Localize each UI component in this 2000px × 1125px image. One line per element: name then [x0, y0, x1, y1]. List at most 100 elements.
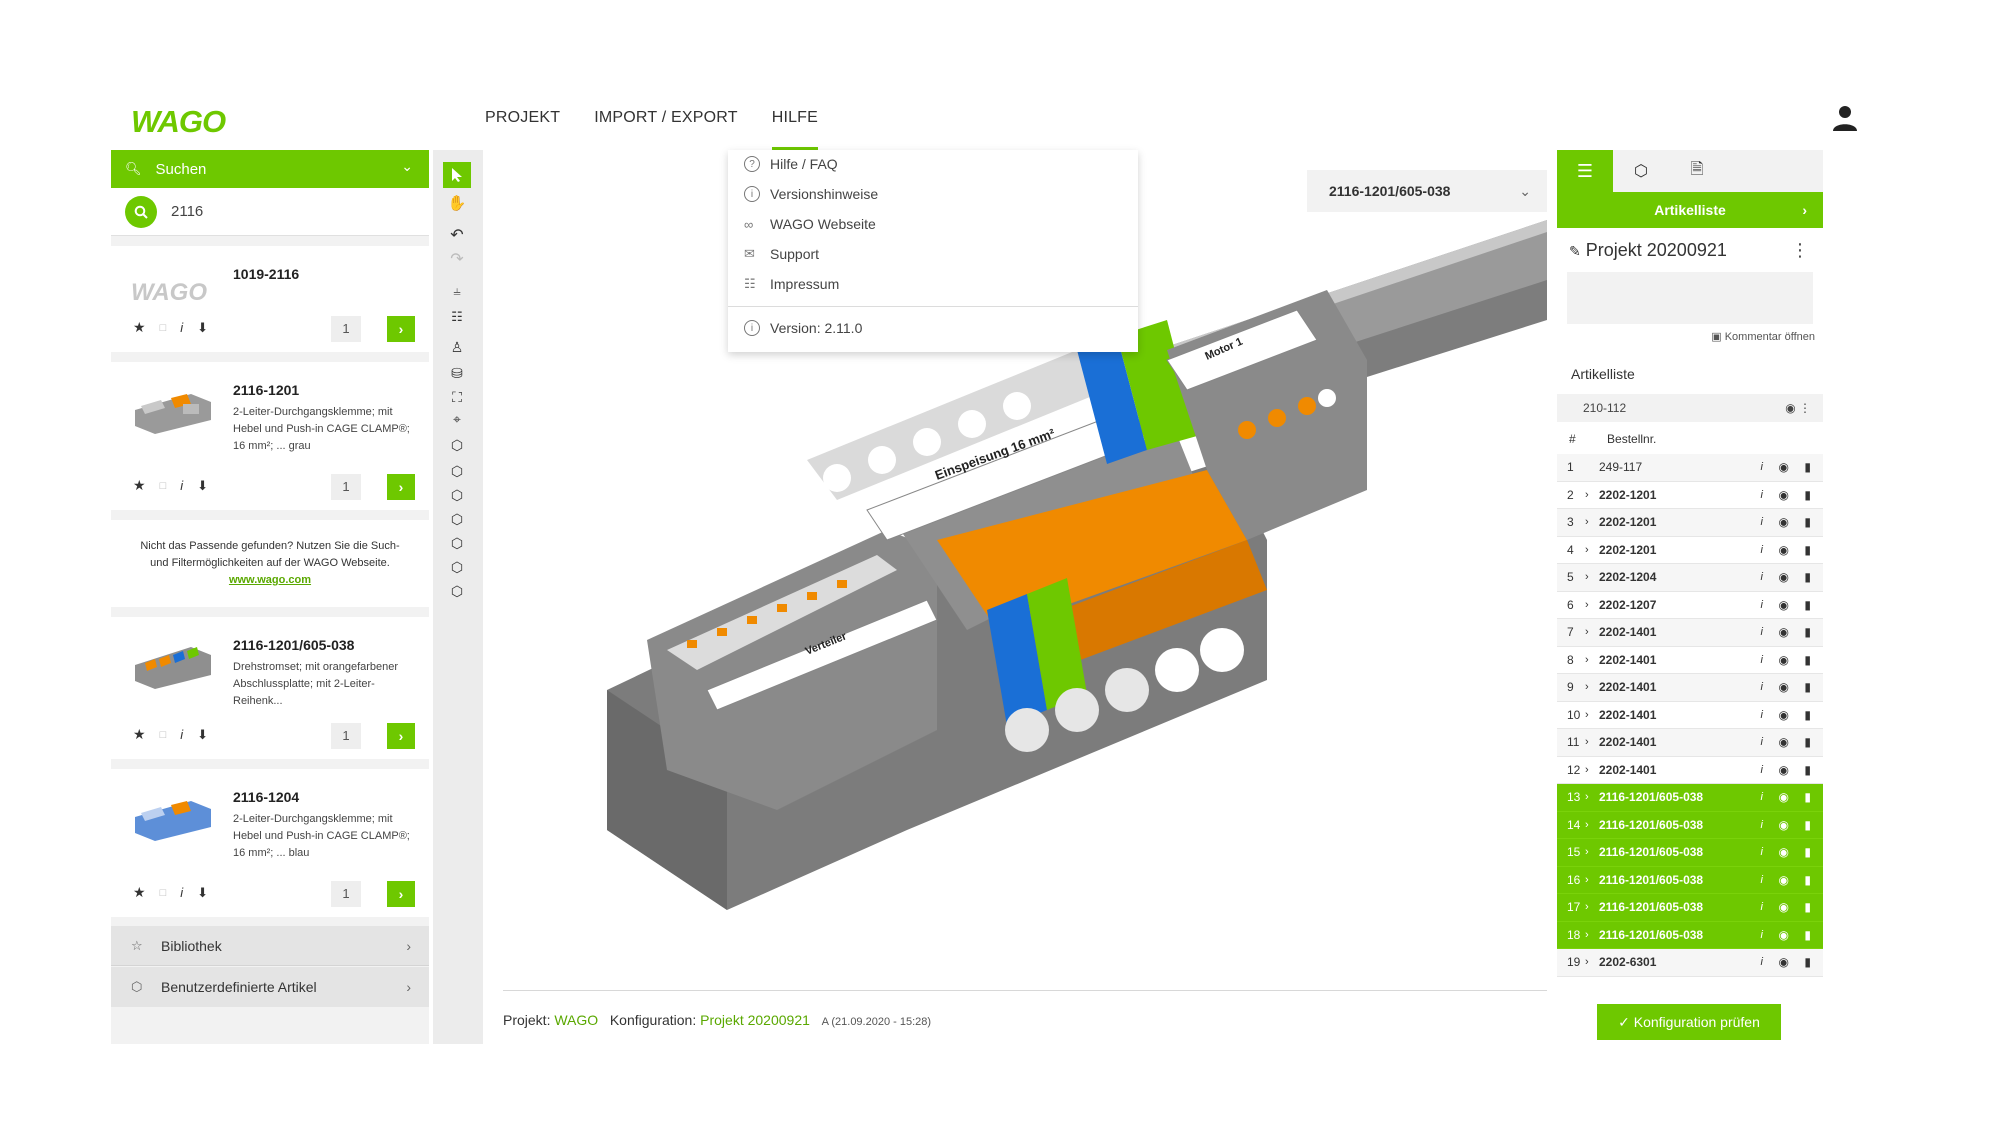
tab-documents[interactable]: 🗎︎	[1669, 150, 1725, 192]
zoom-fit-tool[interactable]: ⌖	[443, 406, 471, 432]
download-icon[interactable]: ⬇	[197, 478, 208, 494]
nav-import-export[interactable]: IMPORT / EXPORT	[577, 86, 754, 150]
view-front[interactable]: ⬡	[443, 506, 471, 532]
wago-logo[interactable]: WAGO	[131, 104, 243, 138]
add-button[interactable]: ›	[387, 881, 415, 907]
trash-icon[interactable]: ▮	[1804, 900, 1811, 914]
eye-icon[interactable]: ◉	[1779, 900, 1789, 914]
info-icon[interactable]: i	[1761, 654, 1763, 666]
comment-open-link[interactable]: ▣ Kommentar öffnen	[1711, 330, 1815, 343]
trash-icon[interactable]: ▮	[1804, 460, 1811, 474]
eye-icon[interactable]: ◉	[1779, 790, 1789, 804]
eye-icon[interactable]: ◉	[1779, 543, 1789, 557]
expand-caret-icon[interactable]: ›	[1585, 736, 1599, 748]
view-iso-3[interactable]: ⬡	[443, 482, 471, 508]
trash-icon[interactable]: ▮	[1804, 570, 1811, 584]
menu-item-faq[interactable]: ? Hilfe / FAQ	[744, 156, 838, 172]
expand-caret-icon[interactable]: ›	[1585, 929, 1599, 941]
download-icon[interactable]: ⬇	[197, 320, 208, 336]
info-icon[interactable]: i	[1761, 736, 1763, 748]
wago-website-link[interactable]: www.wago.com	[229, 574, 311, 586]
article-selection[interactable]: 210-112 ◉ ⋮	[1557, 394, 1823, 422]
info-icon[interactable]: i	[180, 885, 183, 900]
select-tool[interactable]	[443, 162, 471, 188]
view-top[interactable]: ⬡	[443, 554, 471, 580]
check-configuration-button[interactable]: ✓ Konfiguration prüfen	[1597, 1004, 1781, 1040]
expand-caret-icon[interactable]: ›	[1585, 846, 1599, 858]
trash-icon[interactable]: ▮	[1804, 790, 1811, 804]
table-row[interactable]: 2 › 2202-1201 i ◉ ▮	[1557, 481, 1823, 509]
table-row[interactable]: 10 › 2202-1401 i ◉ ▮	[1557, 701, 1823, 729]
eye-icon[interactable]: ◉	[1779, 873, 1789, 887]
pan-tool[interactable]: ✋	[443, 190, 471, 216]
tab-list[interactable]: ☰	[1557, 150, 1613, 192]
info-icon[interactable]: i	[1761, 571, 1763, 583]
eye-icon[interactable]: ◉	[1779, 653, 1789, 667]
result-card[interactable]: WAGO 1019-2116 ★ □ i ⬇ 1 ›	[111, 246, 429, 352]
eye-icon[interactable]: ◉	[1779, 488, 1789, 502]
trash-icon[interactable]: ▮	[1804, 763, 1811, 777]
search-field[interactable]: 2116	[111, 188, 429, 236]
info-icon[interactable]: i	[1761, 516, 1763, 528]
accordion-custom-articles[interactable]: ⬡ Benutzerdefinierte Artikel ›	[111, 967, 429, 1007]
configuration-value[interactable]: Projekt 20200921	[700, 1012, 810, 1028]
info-icon[interactable]: i	[1761, 956, 1763, 968]
eye-icon[interactable]: ◉	[1779, 845, 1789, 859]
expand-caret-icon[interactable]: ›	[1585, 516, 1599, 528]
project-title[interactable]: ✎ Projekt 20200921	[1569, 240, 1727, 261]
eye-icon[interactable]: ◉	[1779, 680, 1789, 694]
trash-icon[interactable]: ▮	[1804, 515, 1811, 529]
expand-caret-icon[interactable]: ›	[1585, 709, 1599, 721]
info-icon[interactable]: i	[1761, 599, 1763, 611]
eye-icon[interactable]: ◉	[1779, 763, 1789, 777]
add-button[interactable]: ›	[387, 474, 415, 500]
info-icon[interactable]: i	[1761, 626, 1763, 638]
info-icon[interactable]: i	[180, 478, 183, 493]
info-icon[interactable]: i	[1761, 819, 1763, 831]
expand-caret-icon[interactable]: ›	[1585, 571, 1599, 583]
rail-tool[interactable]: ☷	[443, 304, 471, 330]
info-icon[interactable]: i	[1761, 461, 1763, 473]
table-row[interactable]: 3 › 2202-1201 i ◉ ▮	[1557, 509, 1823, 537]
star-icon[interactable]: ★	[133, 726, 146, 743]
table-row[interactable]: 14 › 2116-1201/605-038 i ◉ ▮	[1557, 811, 1823, 839]
result-card[interactable]: 2116-1201/605-038 Drehstromset; mit oran…	[111, 617, 429, 759]
nav-projekt[interactable]: PROJEKT	[468, 86, 577, 150]
table-row[interactable]: 18 › 2116-1201/605-038 i ◉ ▮	[1557, 921, 1823, 949]
info-icon[interactable]: i	[1761, 764, 1763, 776]
trash-icon[interactable]: ▮	[1804, 928, 1811, 942]
info-icon[interactable]: i	[1761, 489, 1763, 501]
eye-icon[interactable]: ◉	[1779, 570, 1789, 584]
result-card[interactable]: 2116-1204 2-Leiter-Durchgangsklemme; mit…	[111, 769, 429, 917]
info-icon[interactable]: i	[1761, 681, 1763, 693]
eye-icon[interactable]: ◉	[1779, 598, 1789, 612]
result-card[interactable]: 2116-1201 2-Leiter-Durchgangsklemme; mit…	[111, 362, 429, 510]
view-iso-1[interactable]: ⬡	[443, 432, 471, 458]
trash-icon[interactable]: ▮	[1804, 680, 1811, 694]
table-row[interactable]: 7 › 2202-1401 i ◉ ▮	[1557, 619, 1823, 647]
trash-icon[interactable]: ▮	[1804, 653, 1811, 667]
expand-caret-icon[interactable]: ›	[1585, 544, 1599, 556]
table-row[interactable]: 9 › 2202-1401 i ◉ ▮	[1557, 674, 1823, 702]
search-input[interactable]: 2116	[171, 203, 203, 220]
trash-icon[interactable]: ▮	[1804, 708, 1811, 722]
trash-icon[interactable]: ▮	[1804, 598, 1811, 612]
trash-icon[interactable]: ▮	[1804, 625, 1811, 639]
trash-icon[interactable]: ▮	[1804, 845, 1811, 859]
info-icon[interactable]: i	[1761, 544, 1763, 556]
trash-icon[interactable]: ▮	[1804, 543, 1811, 557]
trash-icon[interactable]: ▮	[1804, 488, 1811, 502]
star-icon[interactable]: ★	[133, 477, 146, 494]
eye-icon[interactable]: ◉	[1779, 460, 1789, 474]
table-row[interactable]: 13 › 2116-1201/605-038 i ◉ ▮	[1557, 784, 1823, 812]
article-list-header[interactable]: Artikelliste ›	[1557, 192, 1823, 228]
quantity-input[interactable]: 1	[331, 723, 361, 749]
comment-field[interactable]	[1567, 272, 1813, 324]
expand-caret-icon[interactable]: ›	[1585, 791, 1599, 803]
trash-icon[interactable]: ▮	[1804, 955, 1811, 969]
info-icon[interactable]: i	[1761, 929, 1763, 941]
trash-icon[interactable]: ▮	[1804, 818, 1811, 832]
info-icon[interactable]: i	[1761, 901, 1763, 913]
expand-caret-icon[interactable]: ›	[1585, 489, 1599, 501]
download-icon[interactable]: ⬇	[197, 885, 208, 901]
